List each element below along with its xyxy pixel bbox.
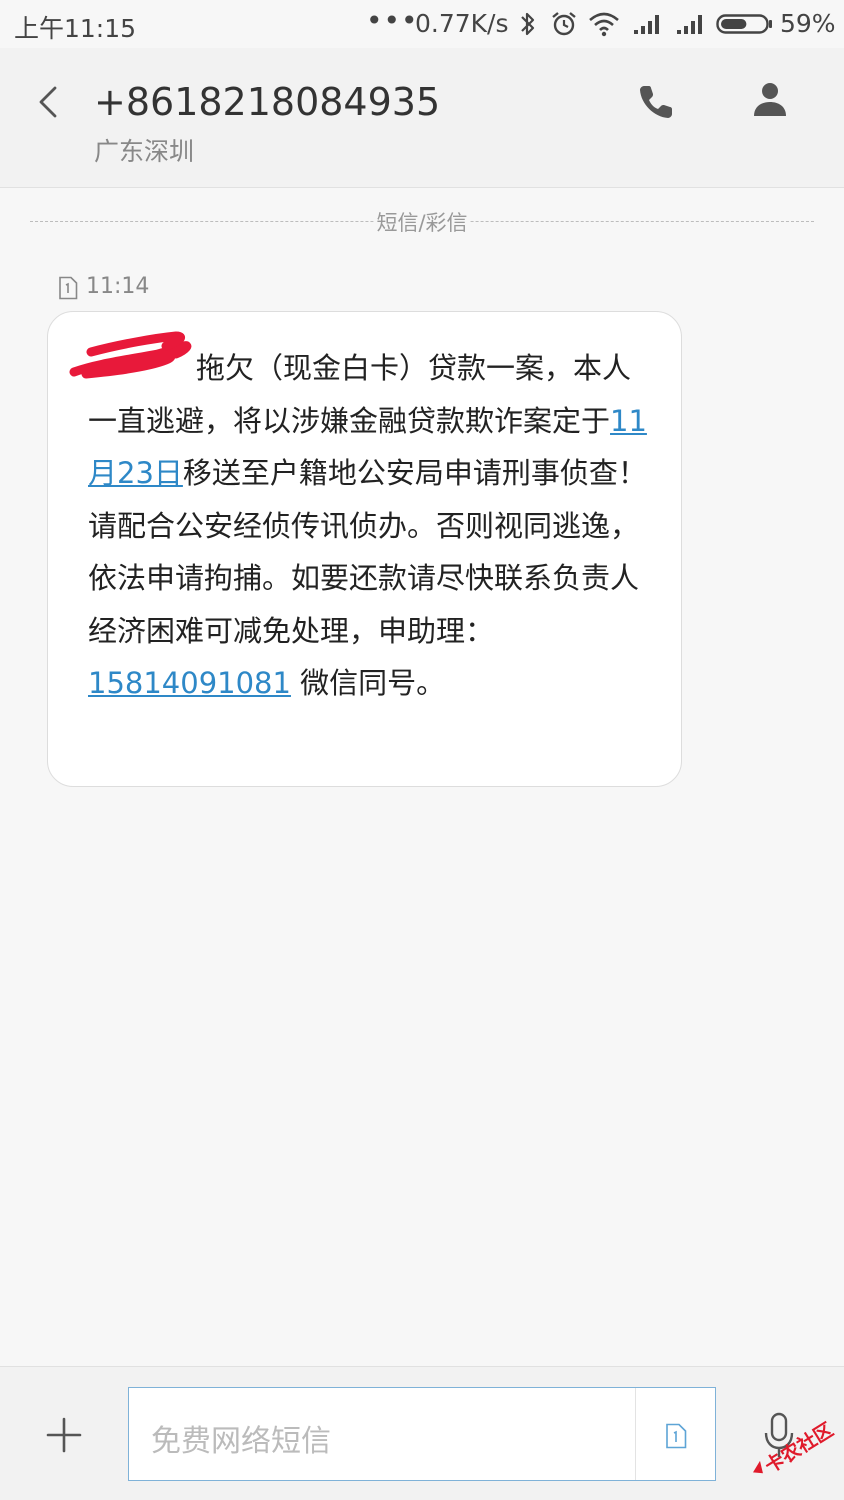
watermark-text: 卡农社区	[761, 1418, 838, 1478]
signal-icon	[677, 15, 702, 34]
sim-card-icon	[59, 276, 78, 300]
conversation-header: +8618218084935 广东深圳	[0, 48, 844, 188]
back-arrow-icon[interactable]	[30, 80, 70, 124]
compose-bar: 免费网络短信	[0, 1366, 844, 1500]
signal-icon	[634, 15, 659, 34]
battery-percent: 59%	[780, 9, 836, 38]
message-input-placeholder: 免费网络短信	[151, 1424, 331, 1459]
more-dots-icon: •••	[366, 4, 419, 37]
phone-number-link[interactable]: 15814091081	[88, 666, 291, 700]
network-speed: 0.77K/s	[415, 9, 509, 38]
plus-icon[interactable]	[44, 1415, 84, 1455]
divider-label: 短信/彩信	[373, 207, 471, 237]
input-divider	[635, 1388, 636, 1480]
battery-level-fill	[721, 19, 747, 29]
battery-icon	[716, 14, 772, 34]
message-text: 拖欠（现金白卡）贷款一案，本人一直逃避，将以涉嫌金融贷款欺诈案定于11月23日移…	[88, 342, 648, 710]
person-icon[interactable]	[750, 80, 790, 120]
status-bar: 上午11:15 ••• 0.77K/s 59%	[0, 0, 844, 48]
message-time: 11:14	[86, 274, 150, 299]
contact-location: 广东深圳	[94, 137, 195, 166]
alarm-icon	[552, 12, 576, 36]
status-time: 上午11:15	[14, 14, 137, 43]
wifi-icon	[589, 12, 619, 37]
message-text-part3: 微信同号。	[290, 666, 446, 700]
message-input[interactable]: 免费网络短信	[128, 1387, 716, 1481]
message-type-divider: 短信/彩信	[30, 206, 814, 237]
sim-card-icon[interactable]	[665, 1423, 687, 1449]
watermark-logo: 卡农社区	[752, 1418, 838, 1478]
contact-number: +8618218084935	[94, 80, 441, 124]
phone-icon[interactable]	[636, 82, 676, 122]
bluetooth-icon	[521, 12, 535, 36]
redaction-scribble	[69, 331, 192, 379]
